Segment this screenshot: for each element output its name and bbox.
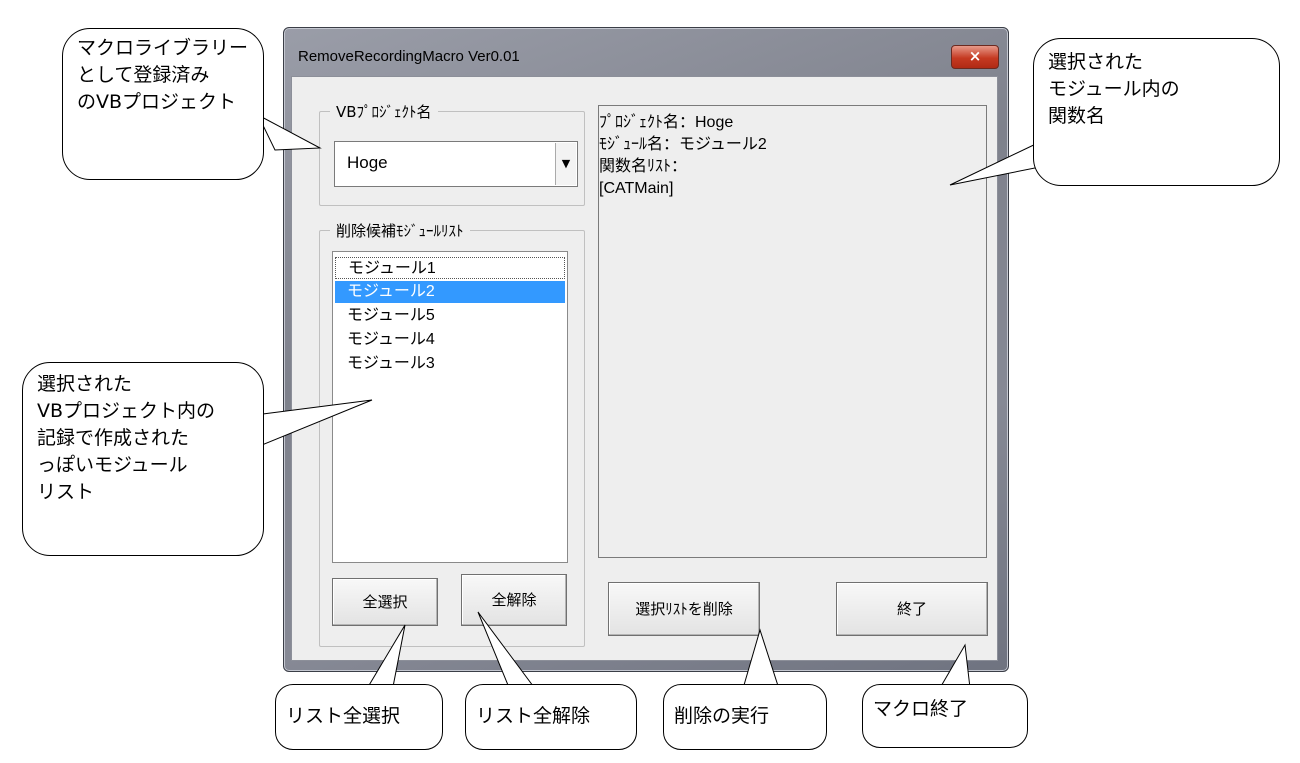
module-list-group-label: 削除候補ﾓｼﾞｭｰﾙﾘｽﾄ	[330, 220, 470, 241]
callout-module-list: 選択された VBプロジェクト内の 記録で作成された っぽいモジュール リスト	[22, 362, 264, 556]
list-item[interactable]: モジュール3	[335, 353, 565, 375]
vb-project-selected-value: Hoge	[347, 153, 388, 172]
callout-library-line: マクロライブラリー	[77, 37, 249, 59]
window-title: RemoveRecordingMacro Ver0.01	[298, 48, 520, 65]
deselect-all-button[interactable]: 全解除	[461, 574, 567, 626]
callout-module-line: VBプロジェクト内の	[37, 400, 216, 422]
close-button[interactable]: ×	[951, 45, 999, 69]
callout-library-line: のVBプロジェクト	[77, 91, 237, 113]
callout-delete: 削除の実行	[663, 684, 827, 750]
callout-deselect-all: リスト全解除	[465, 684, 637, 750]
info-function-item: [CATMain]	[599, 180, 674, 197]
info-module-line: ﾓｼﾞｭｰﾙ名：モジュール2	[599, 136, 767, 153]
vb-project-combobox[interactable]: Hoge ▼	[334, 141, 578, 187]
callout-exit: マクロ終了	[862, 684, 1028, 748]
vb-project-group-label: VBﾌﾟﾛｼﾞｪｸﾄ名	[330, 101, 438, 122]
callout-module-line: 選択された	[37, 373, 133, 395]
callout-library-line: として登録済み	[77, 64, 210, 86]
callout-module-line: 記録で作成された	[37, 427, 190, 449]
chevron-down-icon[interactable]: ▼	[555, 143, 576, 185]
callout-module-line: っぽいモジュール	[37, 454, 188, 476]
callout-select-all: リスト全選択	[275, 684, 443, 750]
list-item[interactable]: モジュール1	[335, 257, 565, 279]
info-project-line: ﾌﾟﾛｼﾞｪｸﾄ名：Hoge	[599, 114, 734, 131]
callout-functions-line: 選択された	[1048, 51, 1144, 73]
list-item[interactable]: モジュール4	[335, 329, 565, 351]
callout-module-line: リスト	[37, 481, 95, 503]
list-item[interactable]: モジュール2	[335, 281, 565, 303]
callout-functions: 選択された モジュール内の 関数名	[1033, 38, 1280, 186]
module-listbox[interactable]: モジュール1 モジュール2 モジュール5 モジュール4 モジュール3	[332, 251, 568, 563]
delete-selected-button[interactable]: 選択ﾘｽﾄを削除	[608, 582, 760, 636]
callout-functions-line: 関数名	[1048, 105, 1106, 127]
exit-button[interactable]: 終了	[836, 582, 988, 636]
callout-library: マクロライブラリー として登録済み のVBプロジェクト	[62, 28, 264, 180]
info-function-label: 関数名ﾘｽﾄ：	[599, 158, 688, 175]
callout-functions-line: モジュール内の	[1048, 78, 1180, 100]
select-all-button[interactable]: 全選択	[332, 578, 438, 626]
function-info-textbox[interactable]: ﾌﾟﾛｼﾞｪｸﾄ名：Hoge ﾓｼﾞｭｰﾙ名：モジュール2 関数名ﾘｽﾄ： [C…	[598, 105, 987, 558]
list-item[interactable]: モジュール5	[335, 305, 565, 327]
